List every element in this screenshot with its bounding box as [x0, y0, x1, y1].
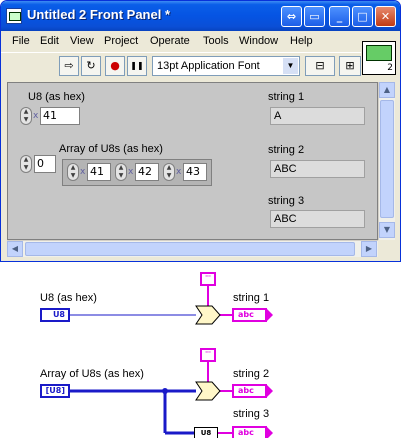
front-panel-canvas: U8 (as hex) ▲ ▼ x 41 Array of U8s (as hex… [7, 82, 378, 240]
run-button[interactable]: ⇨ [59, 56, 79, 76]
front-panel-window: Untitled 2 Front Panel * ⇔ ▭ _ □ ✕ File … [0, 0, 401, 262]
menu-operate[interactable]: Operate [150, 35, 190, 47]
string3-terminal[interactable]: abc [232, 426, 267, 438]
string2-terminal[interactable]: abc [232, 384, 267, 398]
string1-terminal[interactable]: abc [232, 308, 267, 322]
title-bar[interactable]: Untitled 2 Front Panel * ⇔ ▭ _ □ ✕ [1, 1, 400, 31]
scroll-down-icon[interactable]: ▼ [379, 222, 395, 238]
maximize-button[interactable]: □ [352, 6, 373, 27]
waveform-icon [366, 45, 392, 61]
element-2-radix: x [176, 167, 182, 177]
scroll-right-icon[interactable]: ▶ [361, 241, 377, 257]
radix-indicator: x [33, 111, 39, 121]
menu-bar: File Edit View Project Operate Tools Win… [1, 31, 400, 52]
menu-view[interactable]: View [70, 35, 94, 47]
abort-button[interactable]: ● [105, 56, 125, 76]
font-selector-value: 13pt Application Font [157, 60, 260, 72]
string1-arrow-icon [267, 309, 273, 321]
array-element-0[interactable]: ▲ ▼ x 41 [67, 163, 111, 181]
increment-decrement-icon[interactable]: ▲ ▼ [20, 107, 32, 125]
vertical-scroll-thumb[interactable] [380, 100, 394, 218]
distribute-objects-button[interactable]: ⊞ [339, 56, 361, 76]
bd-u8-label: U8 (as hex) [40, 292, 97, 304]
element-2-value[interactable]: 43 [183, 163, 207, 181]
array-control-label: Array of U8s (as hex) [59, 143, 163, 155]
restore-button[interactable]: ▭ [304, 6, 325, 27]
font-selector[interactable]: 13pt Application Font ▼ [152, 56, 300, 76]
vi-connector-icon[interactable]: 2 [362, 41, 396, 75]
minimize-button[interactable]: _ [329, 6, 350, 27]
bd-array-label: Array of U8s (as hex) [40, 368, 144, 380]
menu-project[interactable]: Project [104, 35, 138, 47]
align-objects-button[interactable]: ⊟ [305, 56, 335, 76]
block-diagram: U8 (as hex) U8 Array of U8s (as hex) [U8… [0, 262, 401, 438]
string1-label: string 1 [268, 91, 305, 103]
array-index-control[interactable]: ▲ ▼ 0 [20, 155, 58, 173]
format-constant-1[interactable]: ''' [200, 272, 216, 286]
element-2-spin-icon[interactable]: ▲ ▼ [163, 163, 175, 181]
menu-tools[interactable]: Tools [203, 35, 229, 47]
u8-terminal[interactable]: U8 [40, 308, 70, 322]
horizontal-scrollbar[interactable]: ◀ ▶ [7, 240, 378, 257]
element-0-radix: x [80, 167, 86, 177]
array-element-1[interactable]: ▲ ▼ x 42 [115, 163, 159, 181]
array-container: ▲ ▼ x 41 ▲ ▼ x 42 ▲ ▼ x 43 [62, 159, 212, 186]
u8-control-label: U8 (as hex) [28, 91, 85, 103]
menu-window[interactable]: Window [239, 35, 278, 47]
scroll-left-icon[interactable]: ◀ [7, 241, 23, 257]
bd-string1-label: string 1 [233, 292, 270, 304]
format-constant-2[interactable]: ''' [200, 348, 216, 362]
byte-array-to-string-node[interactable]: U8 [194, 427, 218, 438]
scroll-up-icon[interactable]: ▲ [379, 82, 395, 98]
u8-value-field[interactable]: 41 [40, 107, 80, 125]
format-array-function-icon[interactable] [195, 381, 221, 401]
string1-indicator: A [270, 107, 365, 125]
close-button[interactable]: ✕ [375, 6, 396, 27]
string2-arrow-icon [267, 385, 273, 397]
element-1-value[interactable]: 42 [135, 163, 159, 181]
pause-button[interactable]: ❚❚ [127, 56, 147, 76]
string3-label: string 3 [268, 195, 305, 207]
format-string-function-icon[interactable] [195, 305, 221, 325]
u8-numeric-control[interactable]: ▲ ▼ x 41 [20, 107, 80, 125]
window-title: Untitled 2 Front Panel * [27, 7, 171, 22]
vi-icon-number: 2 [387, 63, 393, 73]
array-index-field[interactable]: 0 [34, 155, 56, 173]
toolbar: ⇨ ↻ ● ❚❚ 13pt Application Font ▼ ⊟ ⊞ [1, 52, 361, 80]
index-increment-icon[interactable]: ▲ ▼ [20, 155, 32, 173]
wire-junction [162, 388, 168, 394]
element-0-spin-icon[interactable]: ▲ ▼ [67, 163, 79, 181]
menu-file[interactable]: File [12, 35, 30, 47]
tile-windows-button[interactable]: ⇔ [281, 6, 302, 27]
vi-window-icon [6, 8, 22, 24]
vertical-scrollbar[interactable]: ▲ ▼ [378, 82, 395, 240]
array-element-2[interactable]: ▲ ▼ x 43 [163, 163, 207, 181]
string3-indicator: ABC [270, 210, 365, 228]
string3-arrow-icon [267, 427, 273, 438]
menu-edit[interactable]: Edit [40, 35, 59, 47]
bd-string2-label: string 2 [233, 368, 270, 380]
run-continuously-button[interactable]: ↻ [81, 56, 101, 76]
byte-array-node-label: U8 [200, 429, 212, 437]
element-1-spin-icon[interactable]: ▲ ▼ [115, 163, 127, 181]
menu-help[interactable]: Help [290, 35, 313, 47]
array-terminal[interactable]: [U8] [40, 384, 70, 398]
string2-label: string 2 [268, 144, 305, 156]
bd-string3-label: string 3 [233, 408, 270, 420]
element-0-value[interactable]: 41 [87, 163, 111, 181]
string2-indicator: ABC [270, 160, 365, 178]
horizontal-scroll-thumb[interactable] [25, 242, 355, 256]
element-1-radix: x [128, 167, 134, 177]
chevron-down-icon: ▼ [283, 58, 298, 74]
